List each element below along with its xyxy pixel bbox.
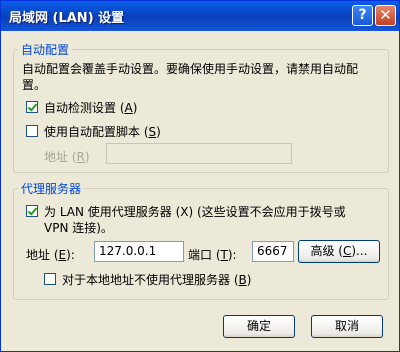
use-proxy-checkbox[interactable] [26,205,38,217]
help-icon: ? [358,7,367,23]
proxy-server-group: 代理服务器 为 LAN 使用代理服务器 (X) (这些设置不会应用于拨号或 VP… [13,180,389,300]
dialog-title: 局域网 (LAN) 设置 [9,11,125,26]
auto-config-description-line2: 置。 [22,78,47,92]
use-proxy-label-line2[interactable]: VPN 连接)。 [44,219,113,236]
auto-config-group: 自动配置 自动配置会覆盖手动设置。要确保使用手动设置，请禁用自动配 置。 自动检… [13,41,389,173]
lan-settings-dialog: 局域网 (LAN) 设置 ? ✕ 自动配置 自动配置会覆盖手动设置。要确保使用手… [0,0,400,352]
close-icon: ✕ [379,6,392,24]
title-bar: 局域网 (LAN) 设置 ? ✕ [1,1,399,31]
auto-config-description-line1: 自动配置会覆盖手动设置。要确保使用手动设置，请禁用自动配 [22,62,359,76]
proxy-port-label: 端口 (T): [188,248,237,262]
use-script-checkbox[interactable] [26,125,38,137]
proxy-port-input[interactable]: 6667 [252,241,294,262]
help-button[interactable]: ? [352,5,373,26]
proxy-address-label: 地址 (E): [26,248,75,262]
auto-detect-label[interactable]: 自动检测设置 (A) [44,99,137,116]
bypass-local-checkbox[interactable] [44,273,56,285]
use-script-label[interactable]: 使用自动配置脚本 (S) [44,123,161,140]
cancel-button[interactable]: 取消 [311,315,383,338]
proxy-server-legend: 代理服务器 [18,180,85,197]
use-proxy-label-line1[interactable]: 为 LAN 使用代理服务器 (X) (这些设置不会应用于拨号或 [44,203,346,220]
advanced-button[interactable]: 高级 (C)... [298,240,380,263]
auto-config-legend: 自动配置 [18,41,73,58]
script-address-input[interactable] [106,143,292,164]
ok-button[interactable]: 确定 [223,315,295,338]
bypass-local-label[interactable]: 对于本地地址不使用代理服务器 (B) [62,271,251,288]
auto-detect-checkbox[interactable] [26,101,38,113]
close-button[interactable]: ✕ [375,5,396,26]
proxy-address-input[interactable]: 127.0.0.1 [94,241,184,262]
script-address-label: 地址 (R) [44,150,90,164]
